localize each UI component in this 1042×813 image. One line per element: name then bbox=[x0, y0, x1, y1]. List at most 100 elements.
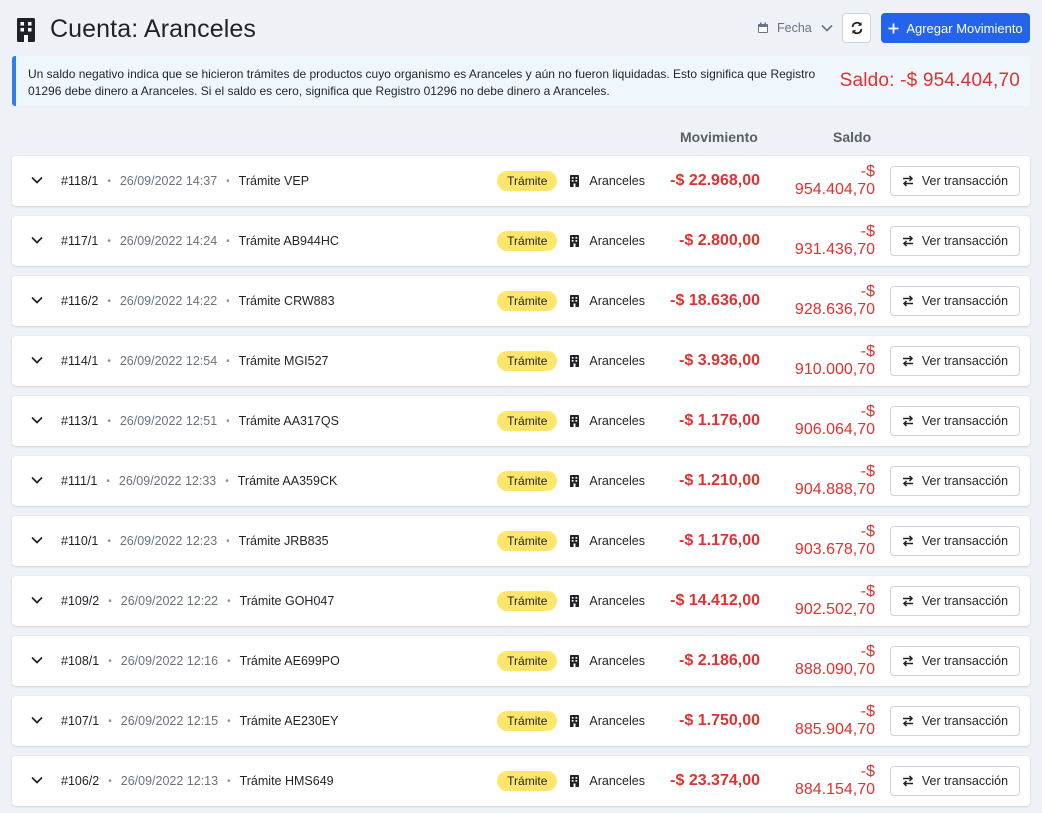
view-transaction-label: Ver transacción bbox=[921, 294, 1009, 308]
chevron-down-icon[interactable] bbox=[31, 356, 43, 364]
row-date: 26/09/2022 14:24 bbox=[119, 234, 218, 248]
view-transaction-button[interactable]: Ver transacción bbox=[890, 346, 1020, 376]
type-badge: Trámite bbox=[497, 351, 558, 371]
row-id: #110/1 bbox=[61, 534, 99, 548]
organism-label: Aranceles bbox=[589, 354, 645, 368]
organism: Aranceles bbox=[570, 534, 645, 548]
row-right: Trámite Aranceles -$ 22.968,00 -$ 954.40… bbox=[497, 156, 1030, 206]
swap-icon bbox=[902, 595, 913, 607]
balance-amount: -$ 888.090,70 bbox=[794, 643, 875, 678]
building-icon bbox=[570, 775, 580, 787]
chevron-down-icon[interactable] bbox=[31, 416, 43, 424]
organism-label: Aranceles bbox=[589, 534, 645, 548]
row-description: Trámite AE230EY bbox=[239, 714, 339, 728]
view-transaction-button[interactable]: Ver transacción bbox=[890, 586, 1020, 616]
type-badge: Trámite bbox=[497, 531, 558, 551]
movement-amount: -$ 14.412,00 bbox=[670, 592, 760, 609]
chevron-down-icon[interactable] bbox=[31, 776, 43, 784]
refresh-button[interactable] bbox=[842, 13, 871, 43]
view-transaction-button[interactable]: Ver transacción bbox=[890, 406, 1020, 436]
separator-dot: • bbox=[226, 295, 230, 307]
movement-amount: -$ 1.750,00 bbox=[679, 712, 760, 729]
row-right: Trámite Aranceles -$ 1.210,00 -$ 904.888… bbox=[497, 456, 1030, 506]
separator-dot: • bbox=[226, 235, 230, 247]
row-date: 26/09/2022 14:37 bbox=[119, 174, 218, 188]
building-icon bbox=[570, 235, 580, 247]
row-description: Trámite GOH047 bbox=[239, 594, 335, 608]
chevron-down-icon[interactable] bbox=[31, 476, 43, 484]
row-id: #106/2 bbox=[61, 774, 100, 788]
separator-dot: • bbox=[107, 415, 111, 427]
view-transaction-button[interactable]: Ver transacción bbox=[890, 226, 1020, 256]
view-transaction-label: Ver transacción bbox=[921, 534, 1009, 548]
view-transaction-label: Ver transacción bbox=[921, 654, 1009, 668]
row-id: #114/1 bbox=[61, 354, 99, 368]
row-right: Trámite Aranceles -$ 1.750,00 -$ 885.904… bbox=[497, 696, 1030, 746]
row-id: #116/2 bbox=[61, 294, 99, 308]
organism: Aranceles bbox=[570, 174, 645, 188]
type-badge: Trámite bbox=[497, 171, 558, 191]
view-transaction-button[interactable]: Ver transacción bbox=[890, 466, 1020, 496]
view-transaction-label: Ver transacción bbox=[921, 354, 1009, 368]
row-id: #107/1 bbox=[61, 714, 100, 728]
row-description: Trámite CRW883 bbox=[238, 294, 335, 308]
view-transaction-button[interactable]: Ver transacción bbox=[890, 166, 1020, 196]
balance-amount: -$ 906.064,70 bbox=[794, 403, 875, 438]
row-right: Trámite Aranceles -$ 23.374,00 -$ 884.15… bbox=[497, 756, 1030, 806]
row-date: 26/09/2022 12:54 bbox=[119, 354, 218, 368]
type-badge: Trámite bbox=[497, 771, 558, 791]
separator-dot: • bbox=[227, 715, 231, 727]
type-badge: Trámite bbox=[497, 711, 558, 731]
balance-amount: -$ 902.502,70 bbox=[794, 583, 875, 618]
chevron-down-icon[interactable] bbox=[31, 236, 43, 244]
view-transaction-button[interactable]: Ver transacción bbox=[890, 526, 1020, 556]
row-id: #109/2 bbox=[61, 594, 100, 608]
separator-dot: • bbox=[108, 775, 112, 787]
transaction-row: #106/2 • 26/09/2022 12:13 • Trámite HMS6… bbox=[12, 756, 1030, 806]
movement-amount: -$ 2.186,00 bbox=[679, 652, 760, 669]
view-transaction-button[interactable]: Ver transacción bbox=[890, 706, 1020, 736]
view-transaction-button[interactable]: Ver transacción bbox=[890, 766, 1020, 796]
chevron-down-icon[interactable] bbox=[31, 296, 43, 304]
separator-dot: • bbox=[107, 295, 111, 307]
chevron-down-icon[interactable] bbox=[31, 716, 43, 724]
row-description: Trámite AA317QS bbox=[238, 414, 339, 428]
view-transaction-label: Ver transacción bbox=[921, 414, 1009, 428]
row-right: Trámite Aranceles -$ 2.186,00 -$ 888.090… bbox=[497, 636, 1030, 686]
type-badge: Trámite bbox=[497, 291, 558, 311]
row-meta: #113/1 • 26/09/2022 12:51 • Trámite AA31… bbox=[61, 414, 339, 428]
separator-dot: • bbox=[225, 475, 229, 487]
date-filter-dropdown[interactable]: Fecha bbox=[757, 17, 833, 39]
row-date: 26/09/2022 12:23 bbox=[119, 534, 218, 548]
chevron-down-icon bbox=[821, 24, 833, 32]
separator-dot: • bbox=[107, 355, 111, 367]
row-id: #117/1 bbox=[61, 234, 99, 248]
balance-amount: -$ 884.154,70 bbox=[794, 763, 875, 798]
swap-icon bbox=[902, 775, 913, 787]
row-description: Trámite AA359CK bbox=[237, 474, 338, 488]
row-date: 26/09/2022 14:22 bbox=[119, 294, 218, 308]
swap-icon bbox=[902, 475, 913, 487]
chevron-down-icon[interactable] bbox=[31, 536, 43, 544]
view-transaction-button[interactable]: Ver transacción bbox=[890, 286, 1020, 316]
swap-icon bbox=[902, 535, 913, 547]
chevron-down-icon[interactable] bbox=[31, 656, 43, 664]
row-meta: #109/2 • 26/09/2022 12:22 • Trámite GOH0… bbox=[61, 594, 334, 608]
chevron-down-icon[interactable] bbox=[31, 596, 43, 604]
movement-amount: -$ 1.176,00 bbox=[679, 532, 760, 549]
view-transaction-label: Ver transacción bbox=[921, 714, 1009, 728]
balance-amount: -$ 885.904,70 bbox=[794, 703, 875, 738]
organism-label: Aranceles bbox=[589, 774, 645, 788]
organism: Aranceles bbox=[570, 714, 645, 728]
row-id: #113/1 bbox=[61, 414, 99, 428]
plus-icon bbox=[888, 23, 899, 33]
swap-icon bbox=[902, 175, 913, 187]
separator-dot: • bbox=[227, 655, 231, 667]
movement-amount: -$ 1.210,00 bbox=[679, 472, 760, 489]
transaction-row: #109/2 • 26/09/2022 12:22 • Trámite GOH0… bbox=[12, 576, 1030, 626]
view-transaction-label: Ver transacción bbox=[921, 594, 1009, 608]
view-transaction-button[interactable]: Ver transacción bbox=[890, 646, 1020, 676]
add-movement-button[interactable]: Agregar Movimiento bbox=[881, 13, 1030, 43]
view-transaction-label: Ver transacción bbox=[921, 774, 1009, 788]
chevron-down-icon[interactable] bbox=[31, 176, 43, 184]
